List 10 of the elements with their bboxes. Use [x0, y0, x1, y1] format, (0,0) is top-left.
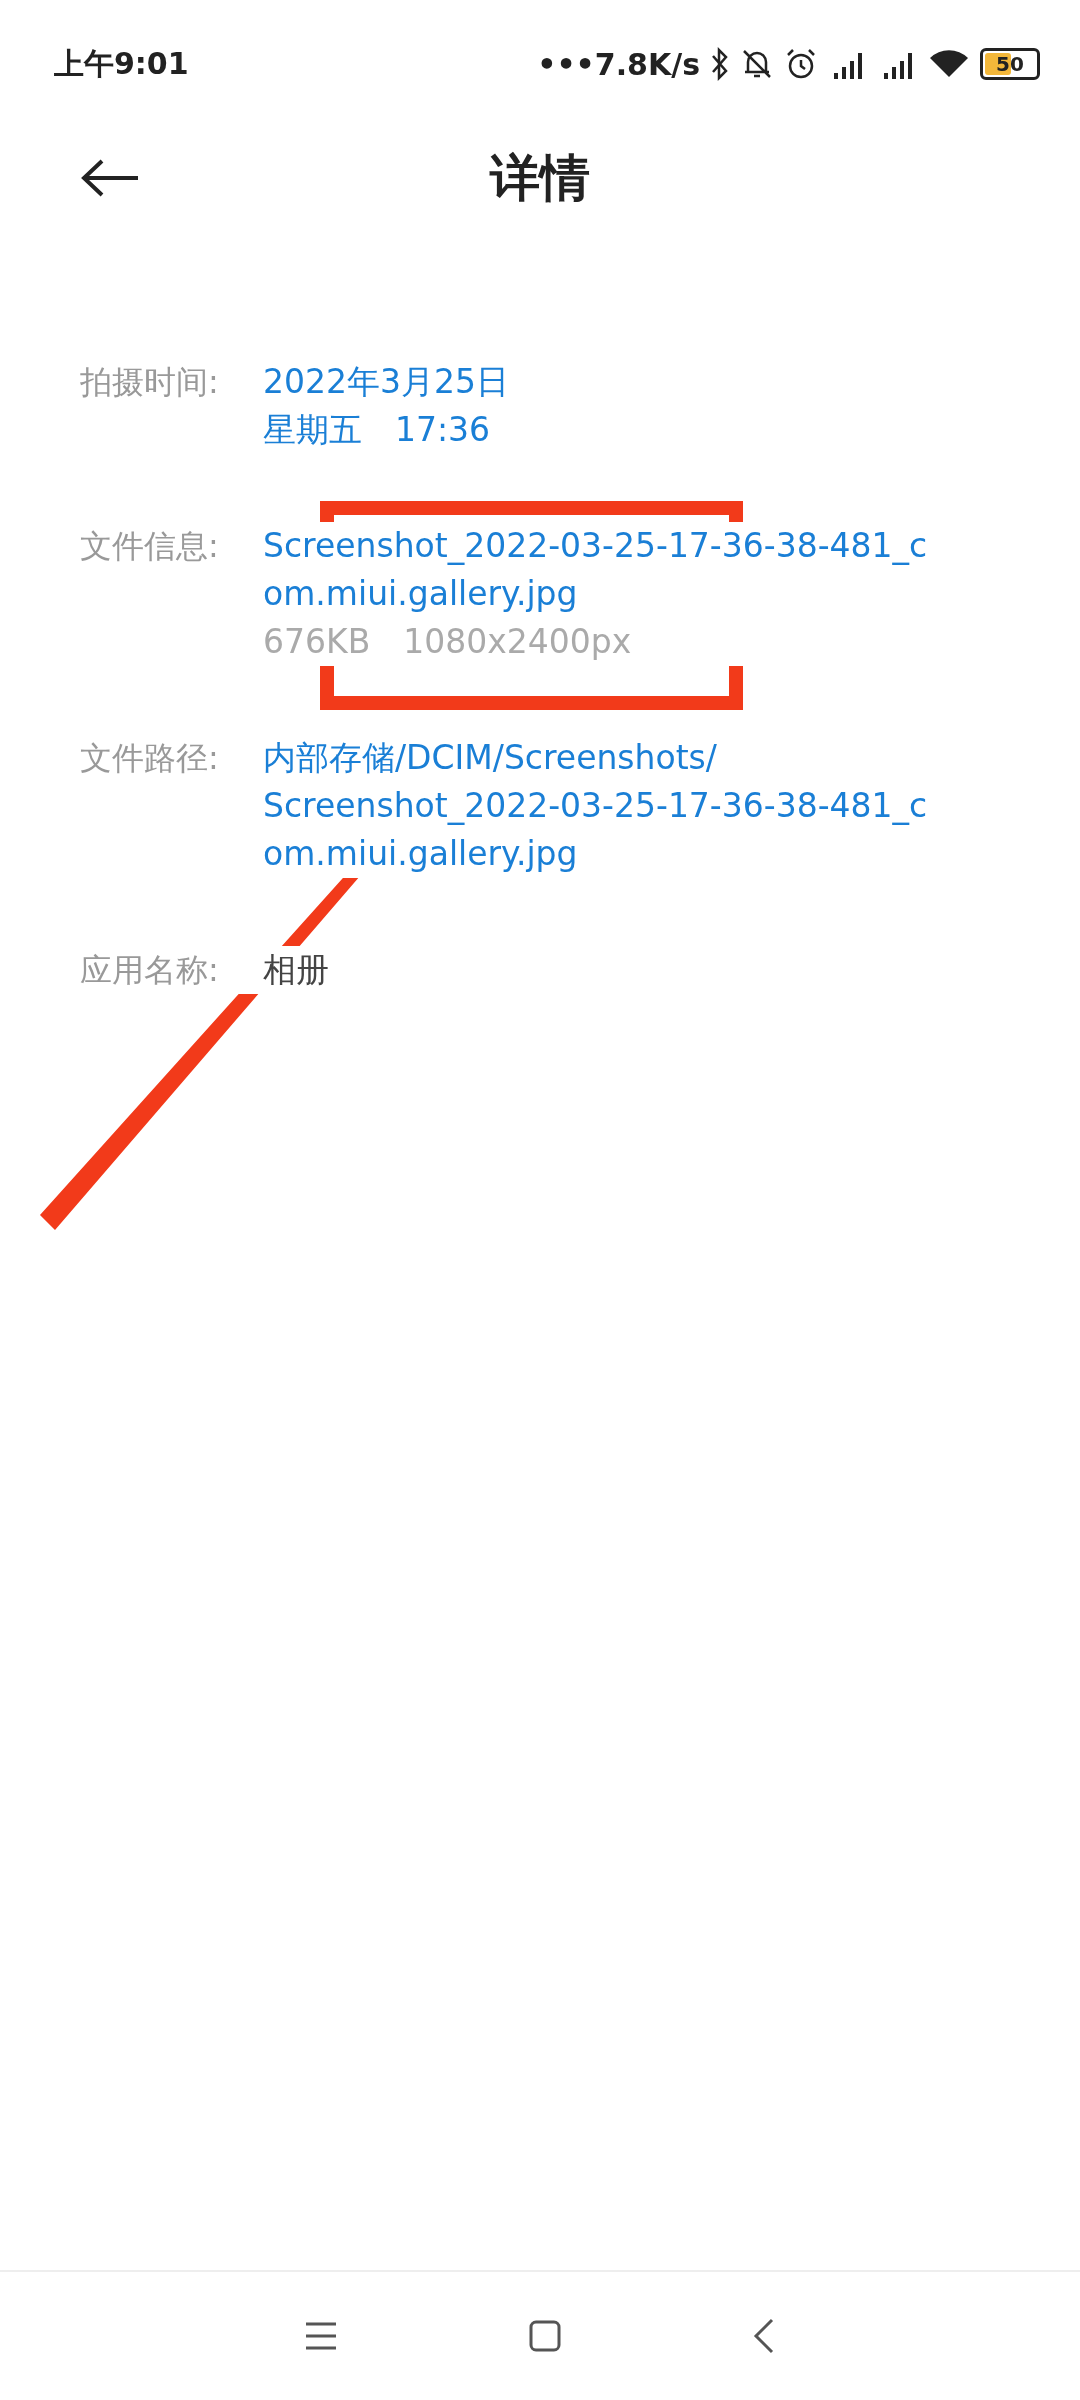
bluetooth-icon — [710, 47, 730, 81]
menu-icon[interactable] — [304, 2321, 338, 2351]
network-speed: •••7.8K/s — [537, 46, 700, 82]
detail-link[interactable]: Screenshot_2022-03-25-17-36-38-481_c — [263, 522, 928, 570]
back-icon[interactable] — [752, 2318, 776, 2354]
detail-link[interactable]: Screenshot_2022-03-25-17-36-38-481_c — [263, 782, 928, 830]
page-title: 详情 — [490, 147, 590, 209]
status-time: 上午9:01 — [54, 44, 189, 83]
back-arrow-icon[interactable] — [80, 158, 140, 198]
home-icon[interactable] — [528, 2319, 562, 2353]
